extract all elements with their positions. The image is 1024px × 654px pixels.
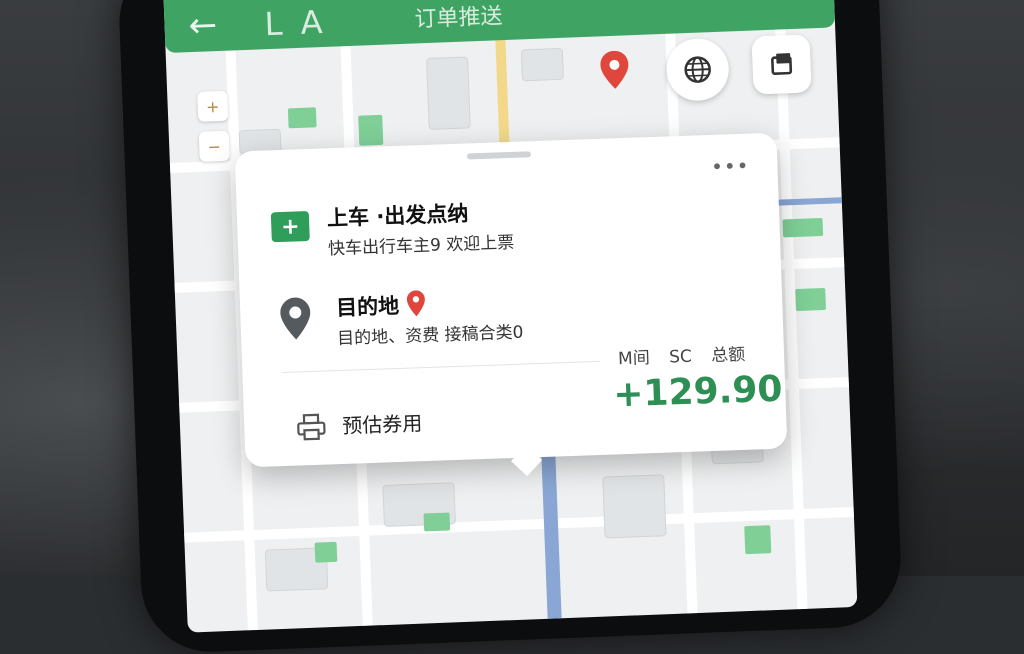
column-label: SC (668, 346, 693, 368)
printer-icon (297, 413, 326, 441)
zoom-out-button[interactable]: − (198, 130, 230, 162)
red-pin-icon (406, 290, 425, 317)
map-park (314, 541, 338, 563)
more-options-icon[interactable]: ••• (711, 154, 750, 179)
map-park (287, 107, 317, 129)
map-building (602, 474, 667, 539)
layers-button[interactable] (751, 34, 812, 95)
drag-handle[interactable] (466, 151, 532, 160)
order-card[interactable]: ••• + 上车 ·出发点纳 快车出行车主9 欢迎上票 目的地 目的地、资费 接… (234, 132, 788, 477)
fare-price: +129.90 (612, 368, 784, 416)
map-park (744, 525, 772, 555)
destination-row[interactable]: 目的地 (336, 289, 426, 322)
globe-icon (684, 56, 711, 83)
location-pin-icon (280, 297, 311, 340)
map-park (423, 512, 451, 532)
divider (282, 360, 601, 374)
pickup-subtitle: 快车出行车主9 欢迎上票 (327, 232, 515, 260)
map-building (426, 56, 471, 130)
map-park (782, 217, 824, 238)
back-arrow-icon[interactable]: ← (188, 5, 218, 46)
fare-label: 预估券用 (341, 411, 423, 438)
destination-title: 目的地 (335, 293, 400, 321)
destination-subtitle: 目的地、资费 接稿合类0 (336, 322, 524, 350)
map-park (358, 114, 384, 146)
column-label: 总额 (710, 344, 746, 367)
map-location-pin-icon[interactable] (600, 50, 629, 89)
page-title: 订单推送 (414, 4, 503, 33)
top-bar-text: L A (263, 2, 328, 44)
pickup-title: 上车 ·出发点纳 (326, 201, 469, 231)
map-building (520, 47, 564, 82)
column-label: M间 (617, 348, 651, 370)
map-park (795, 287, 826, 312)
map-road (494, 20, 511, 161)
fare-columns: M间 SC 总额 (618, 340, 746, 369)
add-pickup-icon[interactable]: + (270, 211, 310, 243)
map-road (540, 438, 562, 619)
layers-icon (771, 53, 793, 75)
zoom-in-button[interactable]: + (197, 90, 229, 122)
